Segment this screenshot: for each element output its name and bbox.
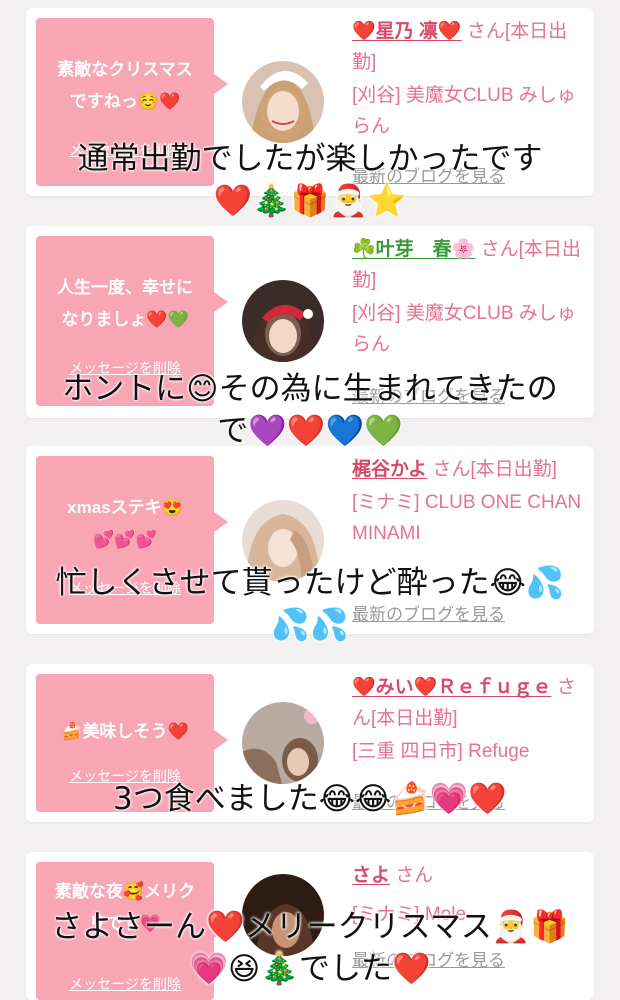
- member-name-link[interactable]: 梶谷かよ: [352, 459, 427, 480]
- message-card: 素敵な夜🥰メリク リです💗 メッセージを削除 さよ さん [ミナミ] Mole …: [26, 852, 594, 1000]
- message-bubble: 素敵な夜🥰メリク リです💗 メッセージを削除: [36, 862, 228, 1000]
- message-card: 素敵なクリスマス ですねっ☺️❤️ メッセージを削除 ❤️星乃 凛❤️ さん[本…: [26, 8, 594, 196]
- message-text: 人生一度、幸せに: [57, 278, 193, 297]
- message-text: 素敵なクリスマス: [57, 60, 193, 79]
- avatar[interactable]: [242, 500, 324, 582]
- avatar[interactable]: [242, 702, 324, 784]
- message-card: 人生一度、幸せに なりましょ❤️💚 メッセージを削除 ☘️叶芽 春🌸 さん[本日…: [26, 226, 594, 418]
- message-bubble: 素敵なクリスマス ですねっ☺️❤️ メッセージを削除: [36, 18, 228, 186]
- latest-blog-link[interactable]: 最新のブログを見る: [352, 382, 505, 407]
- latest-blog-link[interactable]: 最新のブログを見る: [352, 162, 505, 187]
- member-name-link[interactable]: さよ: [352, 865, 390, 886]
- work-status: さん: [390, 865, 434, 886]
- message-card: xmasステキ😍 💕💕💕 メッセージを削除 梶谷かよ さん[本日出勤] [ミナミ…: [26, 446, 594, 634]
- message-card: 🍰美味しそう❤️ メッセージを削除 ❤️みい❤️Ｒｅｆｕｇｅ さん[本日出勤] …: [26, 664, 594, 822]
- message-text: 💕💕💕: [93, 530, 157, 549]
- delete-message-link[interactable]: メッセージを削除: [36, 974, 214, 994]
- shop-name: [ミナミ] CLUB ONE CHAN MINAMI: [352, 492, 582, 544]
- avatar[interactable]: [242, 280, 324, 362]
- message-bubble: 人生一度、幸せに なりましょ❤️💚 メッセージを削除: [36, 236, 228, 406]
- member-name-link[interactable]: ❤️星乃 凛❤️: [352, 21, 462, 42]
- delete-message-link[interactable]: メッセージを削除: [36, 578, 214, 598]
- shop-name: [三重 四日市] Refuge: [352, 741, 530, 762]
- message-bubble: 🍰美味しそう❤️ メッセージを削除: [36, 674, 228, 812]
- latest-blog-link[interactable]: 最新のブログを見る: [352, 600, 505, 625]
- message-text: ですねっ☺️❤️: [69, 92, 181, 111]
- message-text: 素敵な夜🥰メリク: [54, 882, 196, 901]
- delete-message-link[interactable]: メッセージを削除: [36, 766, 214, 786]
- message-text: なりましょ❤️💚: [61, 310, 189, 329]
- avatar[interactable]: [242, 61, 324, 143]
- message-text: リです💗: [88, 914, 162, 933]
- message-bubble: xmasステキ😍 💕💕💕 メッセージを削除: [36, 456, 228, 624]
- delete-message-link[interactable]: メッセージを削除: [36, 358, 214, 378]
- latest-blog-link[interactable]: 最新のブログを見る: [352, 946, 505, 971]
- member-name-link[interactable]: ☘️叶芽 春🌸: [352, 239, 475, 260]
- work-status: さん[本日出勤]: [427, 459, 557, 480]
- message-text: 🍰美味しそう❤️: [61, 722, 189, 741]
- shop-name: [刈谷] 美魔女CLUB みしゅらん: [352, 85, 576, 137]
- delete-message-link[interactable]: メッセージを削除: [36, 140, 214, 160]
- shop-name: [ミナミ] Mole: [352, 904, 467, 925]
- shop-name: [刈谷] 美魔女CLUB みしゅらん: [352, 303, 576, 355]
- member-name-link[interactable]: ❤️みい❤️Ｒｅｆｕｇｅ: [352, 677, 551, 698]
- message-text: xmasステキ😍: [67, 498, 183, 517]
- latest-blog-link[interactable]: 最新のブログを見る: [352, 788, 505, 813]
- avatar[interactable]: [242, 874, 324, 956]
